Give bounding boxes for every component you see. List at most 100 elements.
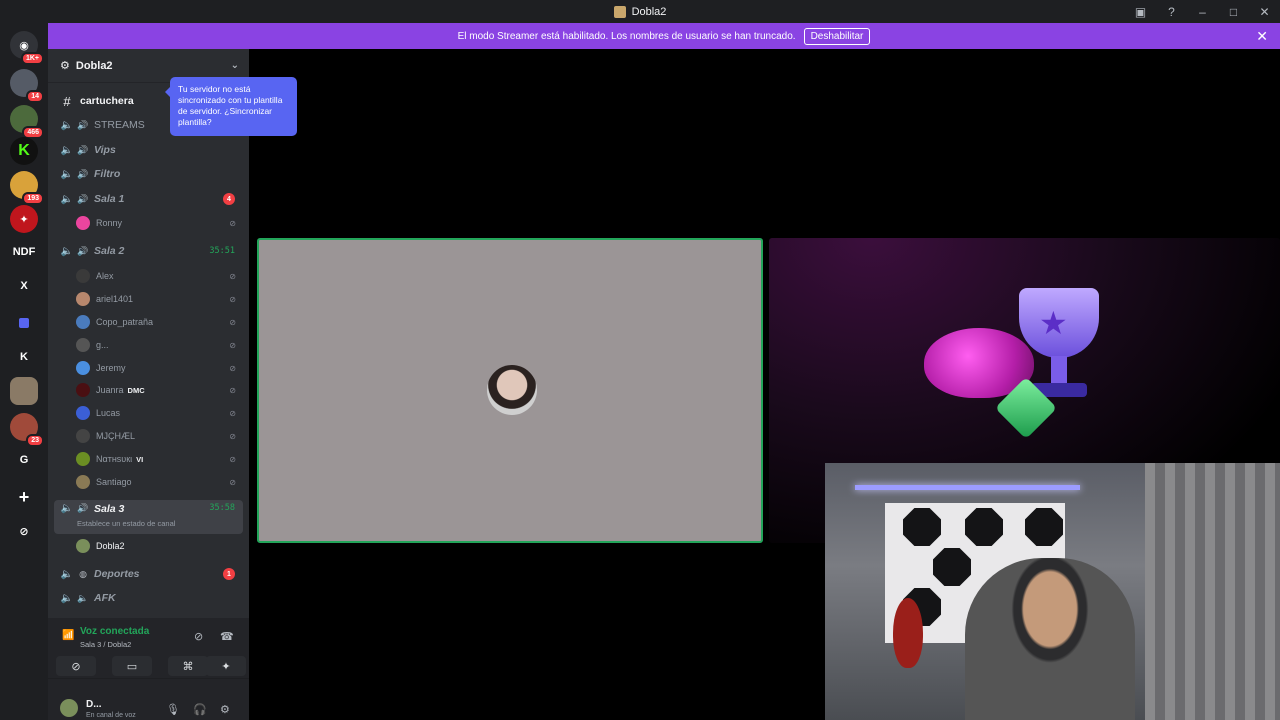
channel-status[interactable]: Establece un estado de canal [77, 519, 175, 528]
call-timer: 35:58 [209, 503, 235, 513]
server-icon[interactable]: K [10, 343, 38, 371]
voice-user[interactable]: Juanra DMC ⊘ [76, 380, 240, 400]
microphone-icon[interactable]: 🎙 [166, 703, 180, 716]
speaker-icon: 🔈 [77, 592, 89, 603]
badge: 1K+ [20, 52, 44, 65]
muted-icon: ⊘ [229, 294, 236, 304]
user-tag: VI [136, 454, 144, 464]
channel-sala-2[interactable]: 🔈 🔊 Sala 2 35:51 [54, 241, 243, 261]
server-icon[interactable]: 14 [10, 69, 44, 103]
avatar [76, 539, 90, 553]
voice-user[interactable]: Copo_patraña ⊘ [76, 312, 240, 332]
avatar [76, 269, 90, 283]
muted-icon: ⊘ [229, 408, 236, 418]
help-icon[interactable]: ? [1156, 5, 1187, 19]
speaker-icon: 🔊 [77, 193, 89, 204]
spider-icon: ✦ [19, 213, 29, 226]
close-icon[interactable]: ✕ [1256, 28, 1268, 45]
app-icon [613, 5, 626, 18]
avatar [76, 292, 90, 306]
soundboard-button[interactable]: ✦ [206, 656, 246, 676]
muted-icon: ⊘ [229, 218, 236, 228]
server-icon[interactable]: 193 [10, 171, 44, 205]
speaker-icon: 🔊 [77, 119, 89, 130]
muted-icon: ⊘ [229, 454, 236, 464]
trophy-stem [1051, 356, 1067, 386]
voice-user[interactable]: g... ⊘ [76, 335, 240, 355]
disconnect-icon[interactable]: ☎ [220, 630, 234, 643]
avatar [76, 315, 90, 329]
close-window-button[interactable]: ✕ [1249, 5, 1280, 19]
video-button[interactable]: ⊘ [56, 656, 96, 676]
banner-text: El modo Streamer está habilitado. Los no… [457, 30, 796, 42]
voice-user[interactable]: Lucas ⊘ [76, 403, 240, 423]
template-sync-tooltip[interactable]: Tu servidor no está sincronizado con tu … [165, 77, 297, 136]
voice-user[interactable]: MJÇHÆL ⊘ [76, 426, 240, 446]
inbox-icon[interactable]: ▣ [1125, 5, 1156, 19]
home-button[interactable]: ◉ 1K+ [10, 31, 44, 65]
gamepad-icon: ⌘ [182, 660, 194, 673]
channel-sala-3[interactable]: 🔈 🔊 Sala 3 35:58 [54, 500, 243, 534]
hash-icon: # [63, 93, 71, 109]
voice-tile-speaking[interactable] [257, 238, 763, 543]
acoustic-panel [903, 508, 941, 546]
channel-vips[interactable]: 🔈 🔊 Vips [54, 140, 243, 160]
server-icon[interactable]: 23 [10, 413, 44, 447]
voice-user[interactable]: Alex ⊘ [76, 266, 240, 286]
server-icon[interactable] [10, 377, 38, 405]
username[interactable]: D... [86, 699, 102, 710]
channel-afk[interactable]: 🔈 🔈 AFK [54, 588, 243, 608]
voice-location[interactable]: Sala 3 / Dobla2 [80, 640, 131, 649]
guitar [893, 598, 923, 668]
badge: 193 [22, 192, 44, 205]
add-server-icon[interactable]: + [10, 483, 38, 511]
voice-user[interactable]: ariel1401 ⊘ [76, 289, 240, 309]
channel-deportes[interactable]: 🔈 ◍ Deportes 1 [54, 564, 243, 584]
voice-user[interactable]: Santiago ⊘ [76, 472, 240, 492]
activity-button[interactable]: ⌘ [168, 656, 208, 676]
screenshare-button[interactable]: ▭ [112, 656, 152, 676]
minimize-button[interactable]: – [1187, 5, 1218, 19]
voice-icon: 🔈 [60, 568, 74, 580]
voice-user[interactable]: Dobla2 [76, 536, 240, 556]
voice-icon: 🔈 [60, 245, 74, 257]
headphones-icon[interactable]: 🎧 [193, 703, 207, 716]
avatar [76, 216, 90, 230]
avatar[interactable] [60, 699, 78, 717]
signal-icon[interactable]: 📶 [62, 630, 74, 641]
muted-icon: ⊘ [229, 385, 236, 395]
speaker-icon: 🔊 [77, 503, 89, 513]
folder-icon[interactable] [10, 309, 38, 337]
server-icon[interactable]: 466 [10, 105, 44, 139]
voice-user[interactable]: Nαтнѕυкι VI ⊘ [76, 449, 240, 469]
user-panel: D... En canal de voz 🎙 🎧 ⚙ [48, 678, 249, 720]
disable-streamer-button[interactable]: Deshabilitar [803, 27, 871, 45]
server-icon[interactable]: G [10, 446, 38, 474]
channel-filtro[interactable]: 🔈 🔊 Filtro [54, 164, 243, 184]
server-icon[interactable]: NDF [10, 238, 38, 266]
mention-badge: 4 [223, 193, 235, 205]
gear-icon[interactable]: ⚙ [220, 703, 230, 716]
server-icon[interactable]: X [10, 272, 38, 300]
voice-user[interactable]: Jeremy ⊘ [76, 358, 240, 378]
muted-icon: ⊘ [229, 271, 236, 281]
webcam-overlay [825, 463, 1280, 720]
noise-suppression-icon[interactable]: ⊘ [194, 630, 203, 643]
server-icon[interactable]: K [10, 137, 38, 165]
voice-status[interactable]: Voz conectada [80, 626, 149, 637]
discord-icon: ◉ [19, 39, 29, 52]
maximize-button[interactable]: □ [1218, 5, 1249, 19]
speaker-icon: 🔊 [77, 168, 89, 179]
server-icon[interactable]: ✦ [10, 205, 38, 233]
voice-user[interactable]: Ronny ⊘ [76, 213, 240, 233]
voice-icon: 🔈 [60, 592, 74, 604]
user-status: En canal de voz [86, 712, 136, 719]
led-strip [855, 485, 1080, 490]
muted-icon: ⊘ [229, 363, 236, 373]
discover-icon[interactable]: ⊘ [10, 517, 38, 545]
channel-sala-1[interactable]: 🔈 🔊 Sala 1 4 [54, 189, 243, 209]
muted-icon: ⊘ [229, 340, 236, 350]
avatar [487, 365, 537, 415]
call-timer: 35:51 [209, 246, 235, 256]
server-list: ◉ 1K+ 14 466 K 193 ✦ NDF X K 23 G + ⊘ [0, 23, 48, 720]
